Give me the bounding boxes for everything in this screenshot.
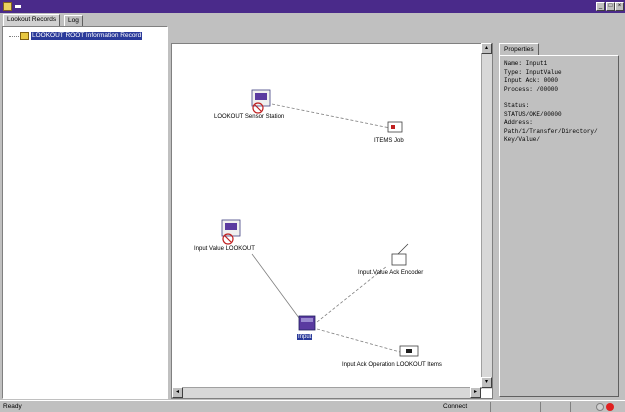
node-label: LOOKOUT Sensor Station: [214, 114, 285, 120]
property-line: STATUS/OKE/00000: [504, 110, 562, 118]
app-icon[interactable]: [3, 2, 12, 11]
node-ack-operation[interactable]: [399, 345, 419, 357]
node-arrow: [397, 243, 409, 255]
node-marker: [391, 125, 395, 129]
network-icon: [596, 403, 604, 411]
divider: [540, 402, 541, 412]
property-line: Input Ack: 0000: [504, 77, 559, 84]
node-screen: [301, 318, 313, 322]
properties-body: Name: Input1 Type: InputValue Input Ack:…: [499, 55, 619, 397]
close-button[interactable]: ×: [615, 2, 624, 11]
node-label: Input Ack Operation LOOKOUT Items: [342, 362, 442, 368]
tree-connector: [9, 36, 19, 37]
node-input-value[interactable]: [221, 219, 241, 245]
tab-label: Properties: [504, 46, 534, 53]
tab-log[interactable]: Log: [64, 15, 83, 26]
tab-bar: Lookout Records Log: [0, 14, 625, 26]
node-marker: [406, 349, 412, 353]
maximize-button[interactable]: □: [606, 2, 615, 11]
scroll-down-button[interactable]: ▾: [481, 377, 492, 388]
node-input-selected[interactable]: [298, 315, 316, 331]
property-line: Type: InputValue: [504, 68, 562, 76]
node-screen: [255, 93, 267, 100]
property-line: Address:: [504, 119, 533, 126]
folder-icon: [20, 32, 29, 40]
vertical-scrollbar[interactable]: ▴ ▾: [481, 43, 492, 389]
node-items-job[interactable]: [387, 121, 403, 133]
node-sensor-station[interactable]: [251, 89, 271, 114]
connection-status: Connect: [443, 403, 468, 410]
property-line: Name: Input1: [504, 60, 548, 67]
minimize-button[interactable]: _: [596, 2, 605, 11]
connector-line: [271, 103, 391, 129]
node-box: [391, 253, 407, 266]
property-line: Process: /00000: [504, 85, 559, 93]
tab-properties[interactable]: Properties: [499, 43, 539, 55]
horizontal-scrollbar[interactable]: ◂ ▸: [172, 387, 481, 398]
title-bar: _ □ ×: [0, 0, 625, 13]
property-line: Status:: [504, 102, 530, 109]
tab-label: Log: [68, 17, 79, 24]
tree-item-root[interactable]: LOOKOUT ROOT Information Record: [31, 32, 143, 40]
diagram-canvas[interactable]: LOOKOUT Sensor Station ITEMS Job Input V…: [171, 43, 493, 399]
status-text: Ready: [3, 403, 22, 410]
scroll-left-button[interactable]: ◂: [172, 387, 183, 398]
divider: [490, 402, 491, 412]
status-bar: Ready Connect: [0, 400, 625, 412]
connector-line: [316, 328, 401, 353]
scroll-up-button[interactable]: ▴: [481, 43, 492, 54]
scroll-right-button[interactable]: ▸: [470, 387, 481, 398]
property-line: Key/Value/: [504, 136, 541, 143]
error-status-icon: [606, 403, 614, 411]
tree-panel[interactable]: LOOKOUT ROOT Information Record: [2, 26, 168, 399]
status-error-icon-slash: [224, 235, 232, 243]
divider: [570, 402, 571, 412]
node-ack-encoder[interactable]: [391, 243, 409, 266]
tab-label: Lookout Records: [7, 16, 57, 23]
node-label: Input.Value Ack Encoder: [358, 270, 424, 276]
title-dash: [15, 5, 21, 8]
tab-lookout-records[interactable]: Lookout Records: [3, 14, 61, 26]
node-label: Input Value LOOKOUT: [194, 246, 255, 252]
properties-panel: Properties Name: Input1 Type: InputValue…: [497, 43, 623, 399]
node-label-selected: Input: [297, 334, 313, 340]
property-line: Path/1/Transfer/Directory/: [504, 127, 598, 135]
diagram-svg: [221, 89, 419, 357]
connector-line: [251, 253, 303, 323]
node-label: ITEMS Job: [374, 138, 404, 144]
node-screen: [225, 223, 237, 230]
